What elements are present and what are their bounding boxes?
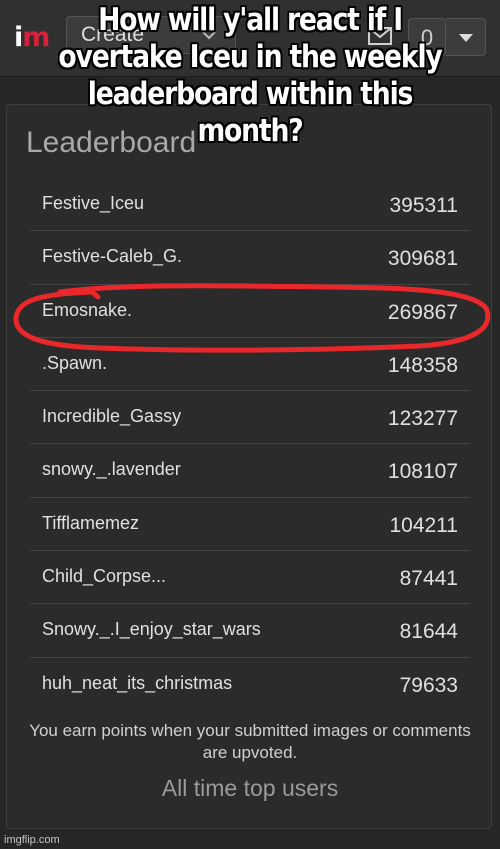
leaderboard-username[interactable]: Child_Corpse... <box>42 563 166 589</box>
imgflip-watermark: imgflip.com <box>4 834 60 846</box>
all-time-top-users-link[interactable]: All time top users <box>20 774 480 802</box>
leaderboard-points: 104211 <box>389 513 458 537</box>
leaderboard-username[interactable]: Festive-Caleb_G. <box>42 243 182 269</box>
leaderboard-username[interactable]: huh_neat_its_christmas <box>42 670 232 696</box>
leaderboard-row[interactable]: snowy._.lavender 108107 <box>30 444 470 498</box>
leaderboard-row[interactable]: huh_neat_its_christmas 79633 <box>30 658 470 711</box>
leaderboard-row[interactable]: Child_Corpse... 87441 <box>30 551 470 605</box>
leaderboard-points: 81644 <box>399 620 458 644</box>
leaderboard-points: 108107 <box>387 460 458 484</box>
leaderboard-username[interactable]: snowy._.lavender <box>42 456 181 482</box>
leaderboard-username[interactable]: Incredible_Gassy <box>42 403 181 429</box>
leaderboard-points: 123277 <box>387 407 458 431</box>
leaderboard-username[interactable]: Emosnake. <box>42 297 132 323</box>
leaderboard-points: 395311 <box>389 194 458 217</box>
leaderboard-username[interactable]: Snowy._.I_enjoy_star_wars <box>42 616 261 642</box>
leaderboard-row[interactable]: Incredible_Gassy 123277 <box>30 391 470 445</box>
page: im Create 0 Leaderboard Festive_Iceu 395… <box>0 0 500 849</box>
leaderboard-list: Festive_Iceu 395311 Festive-Caleb_G. 309… <box>30 178 470 711</box>
leaderboard-username[interactable]: .Spawn. <box>42 350 107 376</box>
leaderboard-points: 87441 <box>399 567 458 591</box>
points-footnote: You earn points when your submitted imag… <box>29 721 471 762</box>
leaderboard-row[interactable]: Tifflamemez 104211 <box>30 498 470 552</box>
leaderboard-row[interactable]: Festive_Iceu 395311 <box>30 178 470 232</box>
leaderboard-points: 79633 <box>399 673 458 697</box>
leaderboard-row-highlighted[interactable]: Emosnake. 269867 <box>30 285 470 338</box>
leaderboard-row[interactable]: Festive-Caleb_G. 309681 <box>30 231 470 285</box>
leaderboard-username[interactable]: Tifflamemez <box>42 510 139 536</box>
leaderboard-username[interactable]: Festive_Iceu <box>42 190 144 216</box>
leaderboard-row[interactable]: Snowy._.I_enjoy_star_wars 81644 <box>30 604 470 658</box>
leaderboard-points: 148358 <box>387 353 458 377</box>
meme-caption: How will y'all react if I overtake Iceu … <box>58 2 442 149</box>
leaderboard-row[interactable]: .Spawn. 148358 <box>30 338 470 392</box>
leaderboard-points: 269867 <box>387 300 458 324</box>
leaderboard-points: 309681 <box>387 247 458 271</box>
